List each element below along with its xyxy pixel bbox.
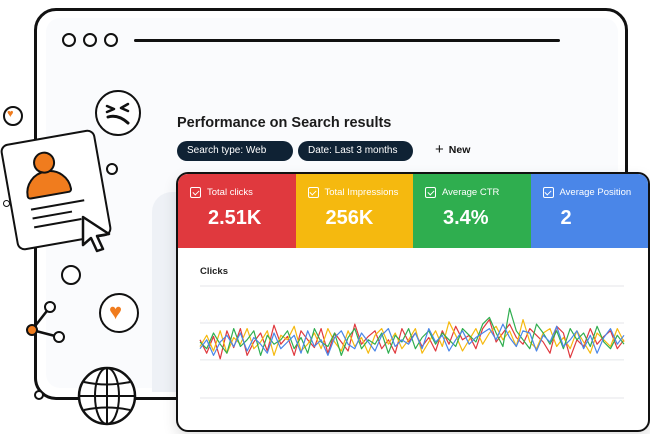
metric-value: 3.4% [443,207,489,229]
window-dot-icon[interactable] [104,33,118,47]
heart-icon: ♥ [109,299,123,324]
metric-total-clicks[interactable]: Total clicks 2.51K [178,174,296,248]
metric-average-ctr[interactable]: Average CTR 3.4% [413,174,531,248]
ring-decoration-icon [61,265,81,285]
heart-badge-icon: ♥ [99,293,139,333]
check-icon[interactable] [307,187,319,198]
check-icon[interactable] [425,187,436,198]
clicks-line-chart [199,285,625,399]
ring-decoration-icon [106,163,118,175]
globe-icon [77,366,137,426]
metric-label: Total Impressions [324,187,399,198]
date-filter[interactable]: Date: Last 3 months [298,141,413,161]
metric-label: Average CTR [442,187,500,198]
check-icon[interactable] [190,187,201,198]
laughing-emoji-icon [95,90,141,136]
search-type-filter[interactable]: Search type: Web [177,141,293,161]
metric-average-position[interactable]: Average Position 2 [530,174,649,248]
metric-header: Average CTR [425,187,531,198]
window-dot-icon[interactable] [62,33,76,47]
performance-card: Total clicks 2.51K Total Impressions 256… [176,172,650,432]
window-controls [62,33,118,47]
profile-line [33,218,82,229]
metric-label: Total clicks [207,187,253,198]
metric-header: Total Impressions [307,187,414,198]
new-filter-button[interactable]: + New [435,141,471,158]
metric-value: 256K [325,207,374,229]
metrics-row: Total clicks 2.51K Total Impressions 256… [178,174,648,248]
metric-label: Average Position [559,187,632,198]
metric-value: 2 [560,207,572,229]
metric-header: Total clicks [190,187,296,198]
share-icon [26,301,65,343]
metric-value: 2.51K [208,207,262,229]
metric-total-impressions[interactable]: Total Impressions 256K [295,174,414,248]
metric-header: Average Position [542,187,649,198]
heart-badge-icon: ♥ [3,106,23,126]
check-icon[interactable] [542,187,554,198]
heart-icon: ♥ [7,108,14,120]
page-title: Performance on Search results [177,115,392,131]
window-dot-icon[interactable] [83,33,97,47]
plus-icon: + [435,141,444,158]
new-button-label: New [448,144,471,156]
profile-line [30,199,85,211]
address-bar [134,39,560,42]
profile-line [32,210,73,220]
chart-title: Clicks [200,266,228,277]
ring-decoration-icon [34,390,44,400]
cursor-icon [81,215,111,253]
clicks-chart-area: Clicks [178,248,648,430]
